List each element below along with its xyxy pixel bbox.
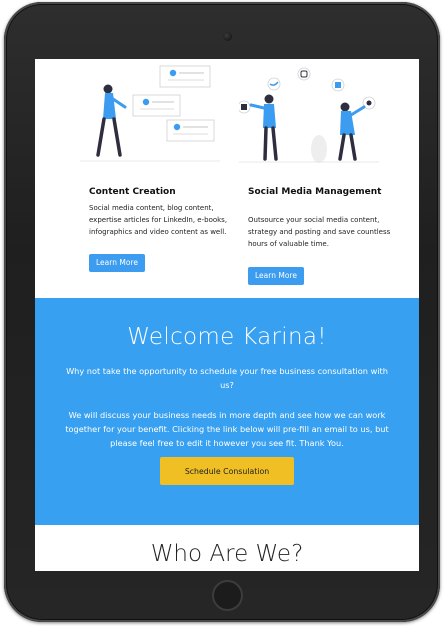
- who-are-we-section: Who Are We?: [35, 525, 419, 571]
- tablet-device-frame: Content Creation Social media content, b…: [4, 2, 440, 622]
- card-title: Social Media Management: [248, 187, 382, 197]
- person-with-cards-illustration: [80, 65, 220, 162]
- social-media-icons-illustration: [239, 67, 379, 163]
- card-title: Content Creation: [89, 187, 176, 197]
- learn-more-button[interactable]: Learn More: [89, 254, 145, 272]
- schedule-consultation-button[interactable]: Schedule Consulation: [160, 457, 294, 485]
- welcome-section: Welcome Karina! Why not take the opportu…: [35, 298, 419, 525]
- camera-icon: [223, 32, 232, 41]
- welcome-intro-text: Why not take the opportunity to schedule…: [66, 366, 388, 390]
- welcome-details-text: We will discuss your business needs in m…: [65, 410, 389, 448]
- section-title: Who Are We?: [150, 541, 304, 567]
- learn-more-button[interactable]: Learn More: [248, 267, 304, 285]
- home-button[interactable]: [212, 580, 243, 611]
- card-description: Social media content, blog content, expe…: [89, 204, 228, 236]
- welcome-title: Welcome Karina!: [127, 324, 327, 350]
- card-description: Outsource your social media content, str…: [248, 216, 391, 248]
- tablet-screen: Content Creation Social media content, b…: [35, 59, 419, 571]
- services-section: Content Creation Social media content, b…: [35, 59, 419, 298]
